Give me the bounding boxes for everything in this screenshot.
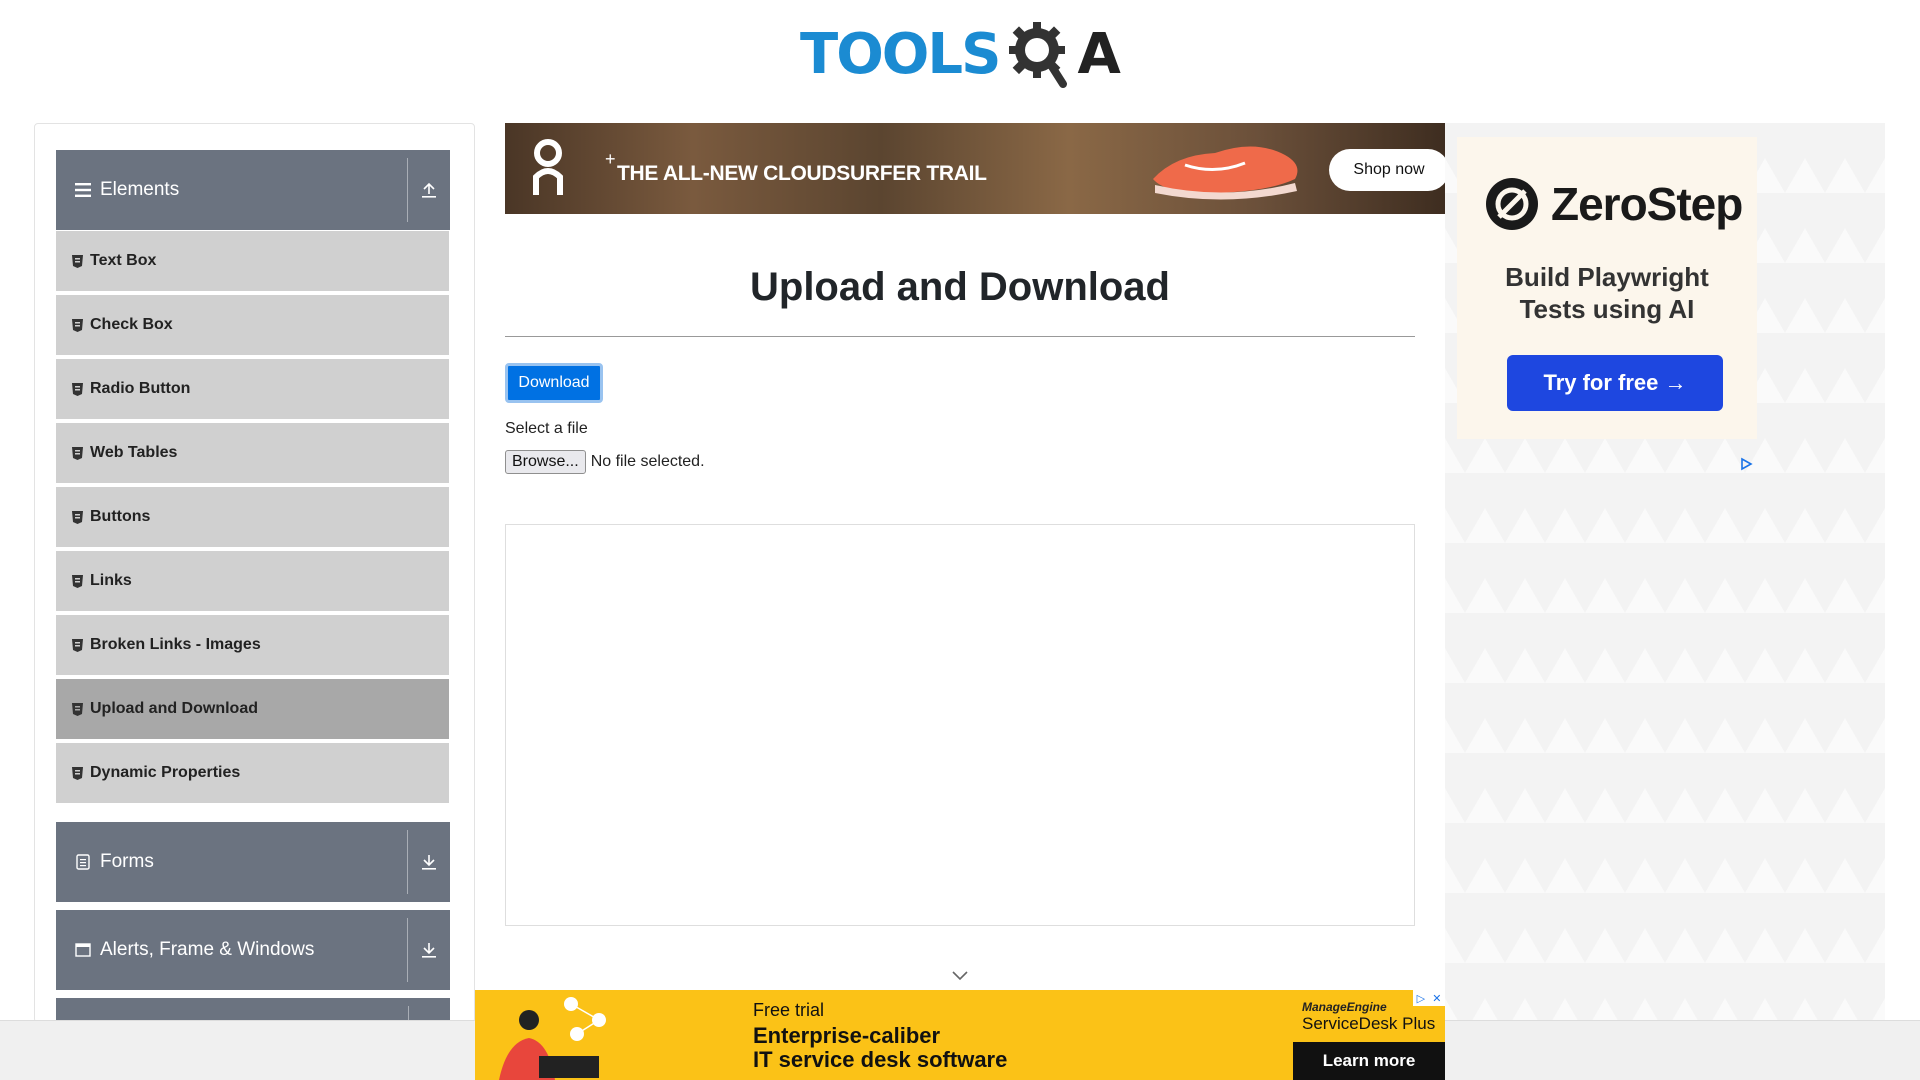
- sidebar-item-dynamic-properties[interactable]: Dynamic Properties: [56, 743, 449, 805]
- group-forms[interactable]: Forms: [56, 822, 450, 902]
- download-button[interactable]: Download: [505, 363, 603, 403]
- hamburger-icon: [74, 181, 92, 199]
- browse-button[interactable]: Browse...: [505, 450, 586, 474]
- on-logo-icon: [533, 139, 563, 195]
- shoe-image: [1153, 146, 1298, 200]
- plus-mark: +: [605, 149, 616, 169]
- html5-icon: [70, 382, 84, 396]
- sidebar-item-radio-button[interactable]: Radio Button: [56, 359, 449, 421]
- html5-icon: [70, 574, 84, 588]
- sidebar-item-label: Check Box: [90, 316, 173, 333]
- html5-icon: [70, 766, 84, 780]
- ad-headline: THE ALL-NEW CLOUDSURFER TRAIL: [617, 162, 987, 185]
- gear-magnifier-icon: [1009, 22, 1068, 88]
- title-divider: [505, 336, 1415, 337]
- expand-down-icon[interactable]: [408, 910, 450, 990]
- zerostep-ad-card[interactable]: ZeroStep Build Playwright Tests using AI…: [1457, 137, 1757, 471]
- sidebar-item-label: Broken Links - Images: [90, 636, 261, 653]
- html5-icon: [70, 318, 84, 332]
- try-for-free-button[interactable]: Try for free →: [1507, 355, 1723, 411]
- sidebar-item-label: Radio Button: [90, 380, 191, 397]
- group-alerts-frame-windows[interactable]: Alerts, Frame & Windows: [56, 910, 450, 990]
- illustration-image: [499, 997, 606, 1080]
- sidebar-item-label: Buttons: [90, 508, 151, 525]
- close-icon[interactable]: ✕: [1432, 992, 1441, 1005]
- zerostep-tagline: Build Playwright Tests using AI: [1457, 261, 1757, 325]
- sidebar-item-check-box[interactable]: Check Box: [56, 295, 449, 357]
- expand-down-icon[interactable]: [408, 822, 450, 902]
- adchoices-icon[interactable]: ▷: [1417, 992, 1425, 1005]
- sidebar-item-label: Upload and Download: [90, 700, 258, 717]
- html5-icon: [70, 702, 84, 716]
- file-select-label: Select a file: [505, 420, 588, 437]
- document-icon: [74, 853, 92, 871]
- zerostep-logo: ZeroStep: [1485, 177, 1743, 231]
- group-elements[interactable]: Elements: [56, 150, 450, 230]
- sidebar-item-links[interactable]: Links: [56, 551, 449, 613]
- sidebar-item-buttons[interactable]: Buttons: [56, 487, 449, 549]
- adchoices-icon[interactable]: [1739, 457, 1753, 471]
- chevron-down-icon[interactable]: [952, 971, 968, 981]
- logo-suffix: A: [1077, 21, 1121, 87]
- sidebar-item-text-box[interactable]: Text Box: [56, 231, 449, 293]
- shop-now-button[interactable]: Shop now: [1329, 149, 1445, 191]
- tagline-line-1: Build Playwright: [1505, 262, 1709, 292]
- sidebar-item-label: Dynamic Properties: [90, 764, 241, 781]
- file-input[interactable]: Browse... No file selected.: [505, 450, 705, 474]
- toolsqa-logo[interactable]: TOOLS A: [800, 14, 1126, 94]
- sidebar-item-label: Web Tables: [90, 444, 178, 461]
- collapse-up-icon[interactable]: [408, 150, 450, 230]
- group-label: Elements: [100, 179, 180, 200]
- bottom-banner-ad[interactable]: Free trial Enterprise-caliber IT service…: [475, 990, 1445, 1080]
- ad-line-3: IT service desk software: [753, 1047, 1008, 1072]
- sidebar-item-upload-and-download[interactable]: Upload and Download: [56, 679, 449, 741]
- manageengine-logo: ManageEngine: [1302, 1000, 1387, 1014]
- html5-icon: [70, 510, 84, 524]
- upload-output-box: [505, 524, 1415, 926]
- zerostep-mark-icon: [1486, 178, 1538, 230]
- servicedesk-plus-label: ServiceDesk Plus: [1302, 1014, 1436, 1033]
- group-label: Forms: [100, 851, 154, 872]
- site-header: TOOLS A: [0, 0, 1920, 110]
- zerostep-brand: ZeroStep: [1551, 178, 1743, 230]
- right-sidebar-ad[interactable]: ZeroStep Build Playwright Tests using AI…: [1445, 123, 1885, 1023]
- sidebar-item-label: Links: [90, 572, 132, 589]
- file-status-text: No file selected.: [590, 453, 705, 470]
- sidebar-item-broken-links-images[interactable]: Broken Links - Images: [56, 615, 449, 677]
- sidebar-item-label: Text Box: [90, 252, 157, 269]
- ad-line-1: Free trial: [753, 1000, 825, 1020]
- left-sidebar: Elements Text Box Check Box Radio Button…: [34, 123, 475, 1023]
- window-icon: [74, 941, 92, 959]
- main-content: + THE ALL-NEW CLOUDSURFER TRAIL Shop now…: [505, 123, 1445, 981]
- ad-close-controls[interactable]: ▷ ✕: [1413, 990, 1445, 1006]
- html5-icon: [70, 446, 84, 460]
- tagline-line-2: Tests using AI: [1519, 294, 1695, 324]
- sidebar-item-web-tables[interactable]: Web Tables: [56, 423, 449, 485]
- ad-line-2: Enterprise-caliber: [753, 1023, 941, 1048]
- page-title: Upload and Download: [750, 265, 1170, 309]
- group-label: Alerts, Frame & Windows: [100, 939, 315, 960]
- top-banner-ad[interactable]: + THE ALL-NEW CLOUDSURFER TRAIL Shop now: [505, 123, 1445, 214]
- html5-icon: [70, 254, 84, 268]
- logo-text: TOOLS: [800, 21, 1001, 87]
- learn-more-button[interactable]: Learn more: [1293, 1042, 1445, 1080]
- html5-icon: [70, 638, 84, 652]
- page: TOOLS A Elements Text Box Check Box Radi…: [0, 0, 1920, 1080]
